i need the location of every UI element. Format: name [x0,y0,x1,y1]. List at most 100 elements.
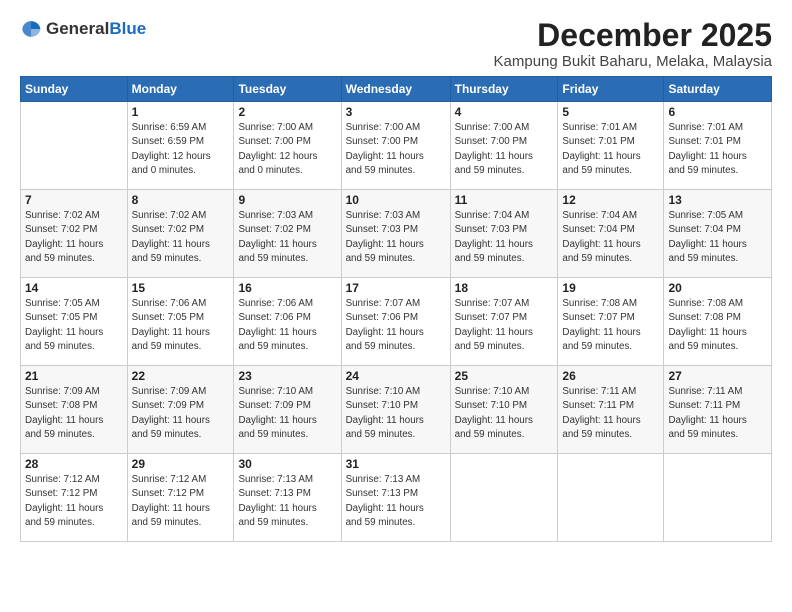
day-cell: 12 Sunrise: 7:04 AMSunset: 7:04 PMDayligh… [558,190,664,278]
day-info: Sunrise: 7:11 AMSunset: 7:11 PMDaylight:… [668,385,767,442]
week-row-4: 28 Sunrise: 7:12 AMSunset: 7:12 PMDayligh… [21,454,772,542]
day-number: 26 [562,369,659,383]
day-info: Sunrise: 7:07 AMSunset: 7:07 PMDaylight:… [455,297,554,354]
day-number: 21 [25,369,123,383]
day-info: Sunrise: 7:03 AMSunset: 7:03 PMDaylight:… [346,209,446,266]
day-cell: 31 Sunrise: 7:13 AMSunset: 7:13 PMDayligh… [341,454,450,542]
day-info: Sunrise: 6:59 AMSunset: 6:59 PMDaylight:… [132,121,230,178]
day-cell: 3 Sunrise: 7:00 AMSunset: 7:00 PMDaylight… [341,102,450,190]
day-cell [664,454,772,542]
day-number: 13 [668,193,767,207]
day-number: 18 [455,281,554,295]
day-number: 3 [346,105,446,119]
day-number: 6 [668,105,767,119]
week-row-1: 7Sunrise: 7:02 AMSunset: 7:02 PMDaylight… [21,190,772,278]
header-cell-thursday: Thursday [450,77,558,102]
day-info: Sunrise: 7:08 AMSunset: 7:08 PMDaylight:… [668,297,767,354]
day-number: 27 [668,369,767,383]
header-cell-monday: Monday [127,77,234,102]
day-cell: 27 Sunrise: 7:11 AMSunset: 7:11 PMDayligh… [664,366,772,454]
week-row-0: 1 Sunrise: 6:59 AMSunset: 6:59 PMDaylight… [21,102,772,190]
day-number: 9 [238,193,336,207]
day-info: Sunrise: 7:05 AMSunset: 7:05 PMDaylight:… [25,297,123,354]
day-cell: 15 Sunrise: 7:06 AMSunset: 7:05 PMDayligh… [127,278,234,366]
day-info: Sunrise: 7:01 AMSunset: 7:01 PMDaylight:… [668,121,767,178]
day-info: Sunrise: 7:04 AMSunset: 7:04 PMDaylight:… [562,209,659,266]
day-number: 29 [132,457,230,471]
day-cell [21,102,128,190]
day-cell: 23Sunrise: 7:10 AMSunset: 7:09 PMDayligh… [234,366,341,454]
day-info: Sunrise: 7:00 AMSunset: 7:00 PMDaylight:… [346,121,446,178]
day-cell: 1 Sunrise: 6:59 AMSunset: 6:59 PMDaylight… [127,102,234,190]
header-row: SundayMondayTuesdayWednesdayThursdayFrid… [21,77,772,102]
calendar-table: SundayMondayTuesdayWednesdayThursdayFrid… [20,76,772,542]
title-block: December 2025 Kampung Bukit Baharu, Mela… [494,18,772,70]
day-info: Sunrise: 7:06 AMSunset: 7:06 PMDaylight:… [238,297,336,354]
header-cell-saturday: Saturday [664,77,772,102]
calendar-header: SundayMondayTuesdayWednesdayThursdayFrid… [21,77,772,102]
day-cell: 22Sunrise: 7:09 AMSunset: 7:09 PMDayligh… [127,366,234,454]
day-cell: 7Sunrise: 7:02 AMSunset: 7:02 PMDaylight… [21,190,128,278]
day-number: 31 [346,457,446,471]
header-cell-wednesday: Wednesday [341,77,450,102]
day-number: 12 [562,193,659,207]
day-info: Sunrise: 7:00 AMSunset: 7:00 PMDaylight:… [455,121,554,178]
day-cell: 30Sunrise: 7:13 AMSunset: 7:13 PMDayligh… [234,454,341,542]
day-cell: 17Sunrise: 7:07 AMSunset: 7:06 PMDayligh… [341,278,450,366]
day-cell: 10 Sunrise: 7:03 AMSunset: 7:03 PMDayligh… [341,190,450,278]
day-number: 8 [132,193,230,207]
calendar-body: 1 Sunrise: 6:59 AMSunset: 6:59 PMDaylight… [21,102,772,542]
logo-icon [20,18,42,40]
day-cell: 11Sunrise: 7:04 AMSunset: 7:03 PMDayligh… [450,190,558,278]
day-cell: 6 Sunrise: 7:01 AMSunset: 7:01 PMDaylight… [664,102,772,190]
day-info: Sunrise: 7:02 AMSunset: 7:02 PMDaylight:… [25,209,123,266]
day-cell: 16Sunrise: 7:06 AMSunset: 7:06 PMDayligh… [234,278,341,366]
header-cell-friday: Friday [558,77,664,102]
day-cell: 18 Sunrise: 7:07 AMSunset: 7:07 PMDayligh… [450,278,558,366]
day-cell: 8 Sunrise: 7:02 AMSunset: 7:02 PMDaylight… [127,190,234,278]
day-number: 15 [132,281,230,295]
day-number: 5 [562,105,659,119]
day-number: 14 [25,281,123,295]
day-cell: 24 Sunrise: 7:10 AMSunset: 7:10 PMDayligh… [341,366,450,454]
page: GeneralBlue December 2025 Kampung Bukit … [0,0,792,612]
day-number: 20 [668,281,767,295]
day-number: 24 [346,369,446,383]
day-info: Sunrise: 7:06 AMSunset: 7:05 PMDaylight:… [132,297,230,354]
day-number: 1 [132,105,230,119]
day-cell: 4 Sunrise: 7:00 AMSunset: 7:00 PMDaylight… [450,102,558,190]
day-info: Sunrise: 7:13 AMSunset: 7:13 PMDaylight:… [346,473,446,530]
day-cell: 2 Sunrise: 7:00 AMSunset: 7:00 PMDaylight… [234,102,341,190]
week-row-3: 21 Sunrise: 7:09 AMSunset: 7:08 PMDayligh… [21,366,772,454]
day-number: 4 [455,105,554,119]
day-info: Sunrise: 7:09 AMSunset: 7:08 PMDaylight:… [25,385,123,442]
day-number: 19 [562,281,659,295]
day-cell: 19 Sunrise: 7:08 AMSunset: 7:07 PMDayligh… [558,278,664,366]
day-cell: 5 Sunrise: 7:01 AMSunset: 7:01 PMDaylight… [558,102,664,190]
header: GeneralBlue December 2025 Kampung Bukit … [20,18,772,70]
day-cell [558,454,664,542]
day-info: Sunrise: 7:02 AMSunset: 7:02 PMDaylight:… [132,209,230,266]
day-info: Sunrise: 7:13 AMSunset: 7:13 PMDaylight:… [238,473,336,530]
header-cell-tuesday: Tuesday [234,77,341,102]
day-info: Sunrise: 7:10 AMSunset: 7:10 PMDaylight:… [346,385,446,442]
day-cell [450,454,558,542]
day-info: Sunrise: 7:00 AMSunset: 7:00 PMDaylight:… [238,121,336,178]
day-info: Sunrise: 7:07 AMSunset: 7:06 PMDaylight:… [346,297,446,354]
day-info: Sunrise: 7:09 AMSunset: 7:09 PMDaylight:… [132,385,230,442]
day-number: 28 [25,457,123,471]
header-cell-sunday: Sunday [21,77,128,102]
day-info: Sunrise: 7:04 AMSunset: 7:03 PMDaylight:… [455,209,554,266]
logo: GeneralBlue [20,18,146,40]
logo-text: GeneralBlue [46,20,146,39]
day-number: 10 [346,193,446,207]
day-cell: 9Sunrise: 7:03 AMSunset: 7:02 PMDaylight… [234,190,341,278]
month-title: December 2025 [494,18,772,53]
day-cell: 21 Sunrise: 7:09 AMSunset: 7:08 PMDayligh… [21,366,128,454]
day-number: 2 [238,105,336,119]
day-info: Sunrise: 7:11 AMSunset: 7:11 PMDaylight:… [562,385,659,442]
day-cell: 28 Sunrise: 7:12 AMSunset: 7:12 PMDayligh… [21,454,128,542]
day-info: Sunrise: 7:08 AMSunset: 7:07 PMDaylight:… [562,297,659,354]
day-info: Sunrise: 7:12 AMSunset: 7:12 PMDaylight:… [25,473,123,530]
day-info: Sunrise: 7:01 AMSunset: 7:01 PMDaylight:… [562,121,659,178]
